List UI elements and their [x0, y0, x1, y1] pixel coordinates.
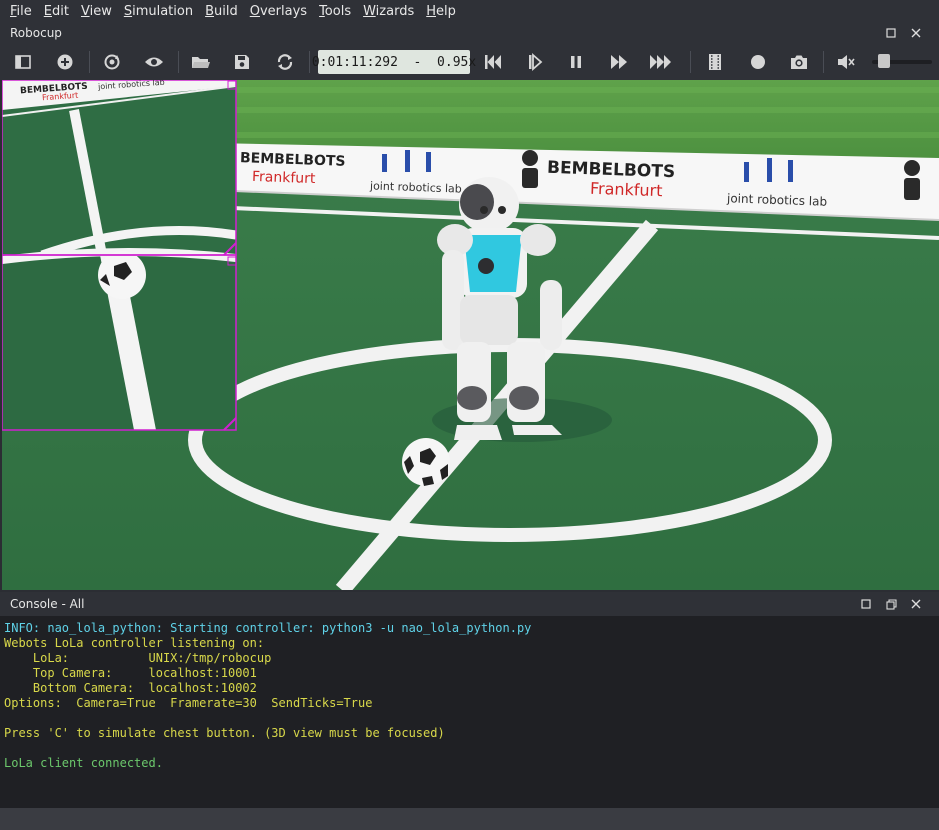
console-output[interactable]: INFO: nao_lola_python: Starting controll… — [0, 616, 939, 808]
run-icon[interactable] — [606, 50, 632, 74]
console-line: Bottom Camera: localhost:10002 — [4, 681, 257, 695]
console-maximize-icon[interactable] — [855, 593, 877, 615]
menu-help[interactable]: Help — [420, 4, 462, 19]
reset-viewpoint-icon[interactable] — [99, 50, 125, 74]
console-titlebar: Console - All — [0, 592, 939, 616]
banner-logo1b-city: Frankfurt — [589, 178, 663, 201]
menu-file[interactable]: File — [4, 4, 38, 19]
soccer-ball — [402, 438, 450, 486]
menu-bar: File Edit View Simulation Build Overlays… — [0, 0, 939, 22]
menu-build[interactable]: Build — [199, 4, 244, 19]
view-titlebar: Robocup — [0, 22, 939, 44]
screenshot-icon[interactable] — [786, 50, 812, 74]
add-node-icon[interactable] — [52, 50, 78, 74]
window-title: Robocup — [10, 26, 62, 40]
console-title: Console - All — [10, 597, 85, 611]
menu-overlays[interactable]: Overlays — [244, 4, 313, 19]
menu-simulation[interactable]: Simulation — [118, 4, 199, 19]
volume-slider-handle[interactable] — [878, 54, 891, 68]
step-icon[interactable] — [522, 50, 548, 74]
console-float-icon[interactable] — [880, 593, 902, 615]
mute-icon[interactable] — [833, 50, 859, 74]
menu-edit[interactable]: Edit — [38, 4, 75, 19]
3d-scene — [2, 80, 939, 590]
banner-logo1-city: Frankfurt — [251, 168, 316, 188]
open-world-icon[interactable] — [188, 50, 214, 74]
console-line: Top Camera: localhost:10001 — [4, 666, 257, 680]
console-line: Webots LoLa controller listening on: — [4, 636, 265, 650]
pause-icon[interactable] — [563, 50, 589, 74]
fast-icon[interactable] — [647, 50, 673, 74]
menu-wizards[interactable]: Wizards — [357, 4, 420, 19]
console-line: INFO: nao_lola_python: Starting controll… — [4, 621, 532, 635]
scene-tree-icon[interactable] — [10, 50, 36, 74]
console-line: LoLa client connected. — [4, 756, 163, 770]
close-icon[interactable] — [905, 22, 927, 44]
menu-view[interactable]: View — [75, 4, 118, 19]
reset-icon[interactable] — [480, 50, 506, 74]
status-bar — [0, 808, 939, 830]
movie-icon[interactable] — [702, 50, 728, 74]
maximize-icon[interactable] — [880, 22, 902, 44]
simulation-time-display: 0:01:11:292 - 0.95x — [312, 50, 476, 74]
console-line: Options: Camera=True Framerate=30 SendTi… — [4, 696, 373, 710]
3d-view[interactable]: BEMBELBOTS Frankfurt joint robotics lab … — [2, 80, 939, 590]
menu-tools[interactable]: Tools — [313, 4, 357, 19]
view-eye-icon[interactable] — [141, 50, 167, 74]
console-close-icon[interactable] — [905, 593, 927, 615]
reload-world-icon[interactable] — [272, 50, 298, 74]
save-world-icon[interactable] — [229, 50, 255, 74]
console-line: LoLa: UNIX:/tmp/robocup — [4, 651, 272, 665]
console-line: Press 'C' to simulate chest button. (3D … — [4, 726, 445, 740]
record-icon[interactable] — [745, 50, 771, 74]
toolbar: 0:01:11:292 - 0.95x — [0, 44, 939, 80]
